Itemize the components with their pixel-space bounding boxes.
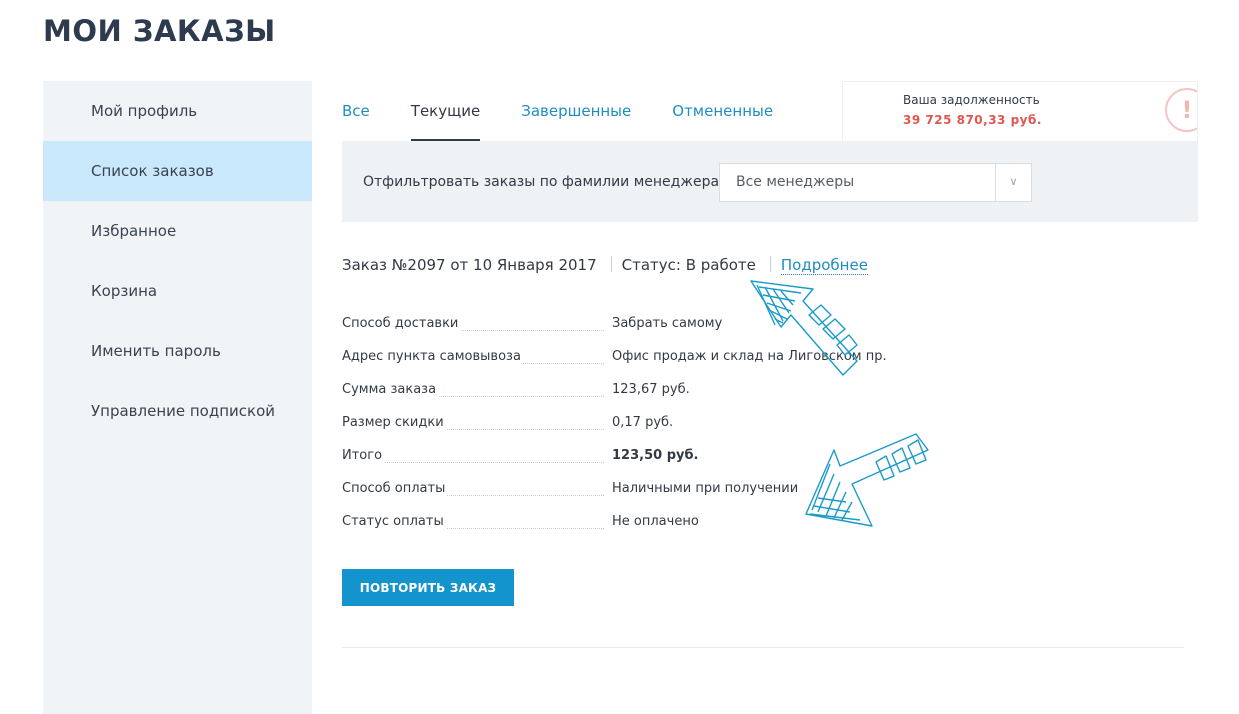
repeat-order-button[interactable]: ПОВТОРИТЬ ЗАКАЗ: [342, 569, 514, 606]
page-title: МОИ ЗАКАЗЫ: [43, 14, 276, 48]
sidebar-item-subscription[interactable]: Управление подпиской: [43, 381, 312, 441]
order-title: Заказ №2097 от 10 Января 2017: [342, 256, 597, 274]
debt-amount: 39 725 870,33 руб.: [903, 113, 1042, 127]
detail-key: Статус оплаты: [342, 514, 446, 529]
detail-value: 0,17 руб.: [612, 415, 674, 430]
order-details-link[interactable]: Подробнее: [780, 256, 868, 275]
sidebar-item-change-password[interactable]: Именить пароль: [43, 321, 312, 381]
detail-value: Забрать самому: [612, 316, 723, 331]
debt-panel: Ваша задолженность 39 725 870,33 руб. !: [842, 81, 1198, 141]
tab-all[interactable]: Все: [342, 81, 370, 141]
sidebar: Мой профиль Список заказов Избранное Кор…: [43, 81, 312, 714]
tab-current[interactable]: Текущие: [410, 81, 481, 141]
sidebar-item-profile[interactable]: Мой профиль: [43, 81, 312, 141]
debt-label: Ваша задолженность: [903, 93, 1040, 107]
divider: [610, 256, 612, 272]
detail-key: Сумма заказа: [342, 382, 439, 397]
annotation-arrow-up-icon: [750, 280, 858, 376]
manager-select[interactable]: Все менеджеры ∨: [719, 163, 1032, 202]
divider: [769, 256, 771, 272]
filter-bar: Отфильтровать заказы по фамилии менеджер…: [342, 141, 1198, 222]
sidebar-item-favorites[interactable]: Избранное: [43, 201, 312, 261]
detail-value: Наличными при получении: [612, 481, 799, 496]
alert-icon: !: [1165, 88, 1197, 132]
detail-value: Не оплачено: [612, 514, 699, 529]
tab-completed[interactable]: Завершенные: [521, 81, 631, 141]
sidebar-item-orders[interactable]: Список заказов: [43, 141, 312, 201]
detail-key: Итого: [342, 448, 385, 463]
detail-key: Адрес пункта самовывоза: [342, 349, 523, 364]
filter-label: Отфильтровать заказы по фамилии менеджер…: [363, 174, 720, 190]
detail-key: Размер скидки: [342, 415, 446, 430]
order-header: Заказ №2097 от 10 Января 2017 Статус: В р…: [342, 256, 868, 275]
detail-key: Способ доставки: [342, 316, 461, 331]
detail-value-total: 123,50 руб.: [612, 448, 699, 463]
order-tabs: Все Текущие Завершенные Отмененные: [342, 81, 814, 141]
detail-value: 123,67 руб.: [612, 382, 690, 397]
manager-select-value: Все менеджеры: [736, 174, 855, 190]
content-divider: [342, 647, 1184, 648]
sidebar-item-cart[interactable]: Корзина: [43, 261, 312, 321]
annotation-arrow-left-icon: [805, 433, 929, 527]
detail-key: Способ оплаты: [342, 481, 448, 496]
order-status: Статус: В работе: [621, 256, 756, 274]
tab-cancelled[interactable]: Отмененные: [672, 81, 773, 141]
chevron-down-icon[interactable]: ∨: [995, 164, 1031, 201]
